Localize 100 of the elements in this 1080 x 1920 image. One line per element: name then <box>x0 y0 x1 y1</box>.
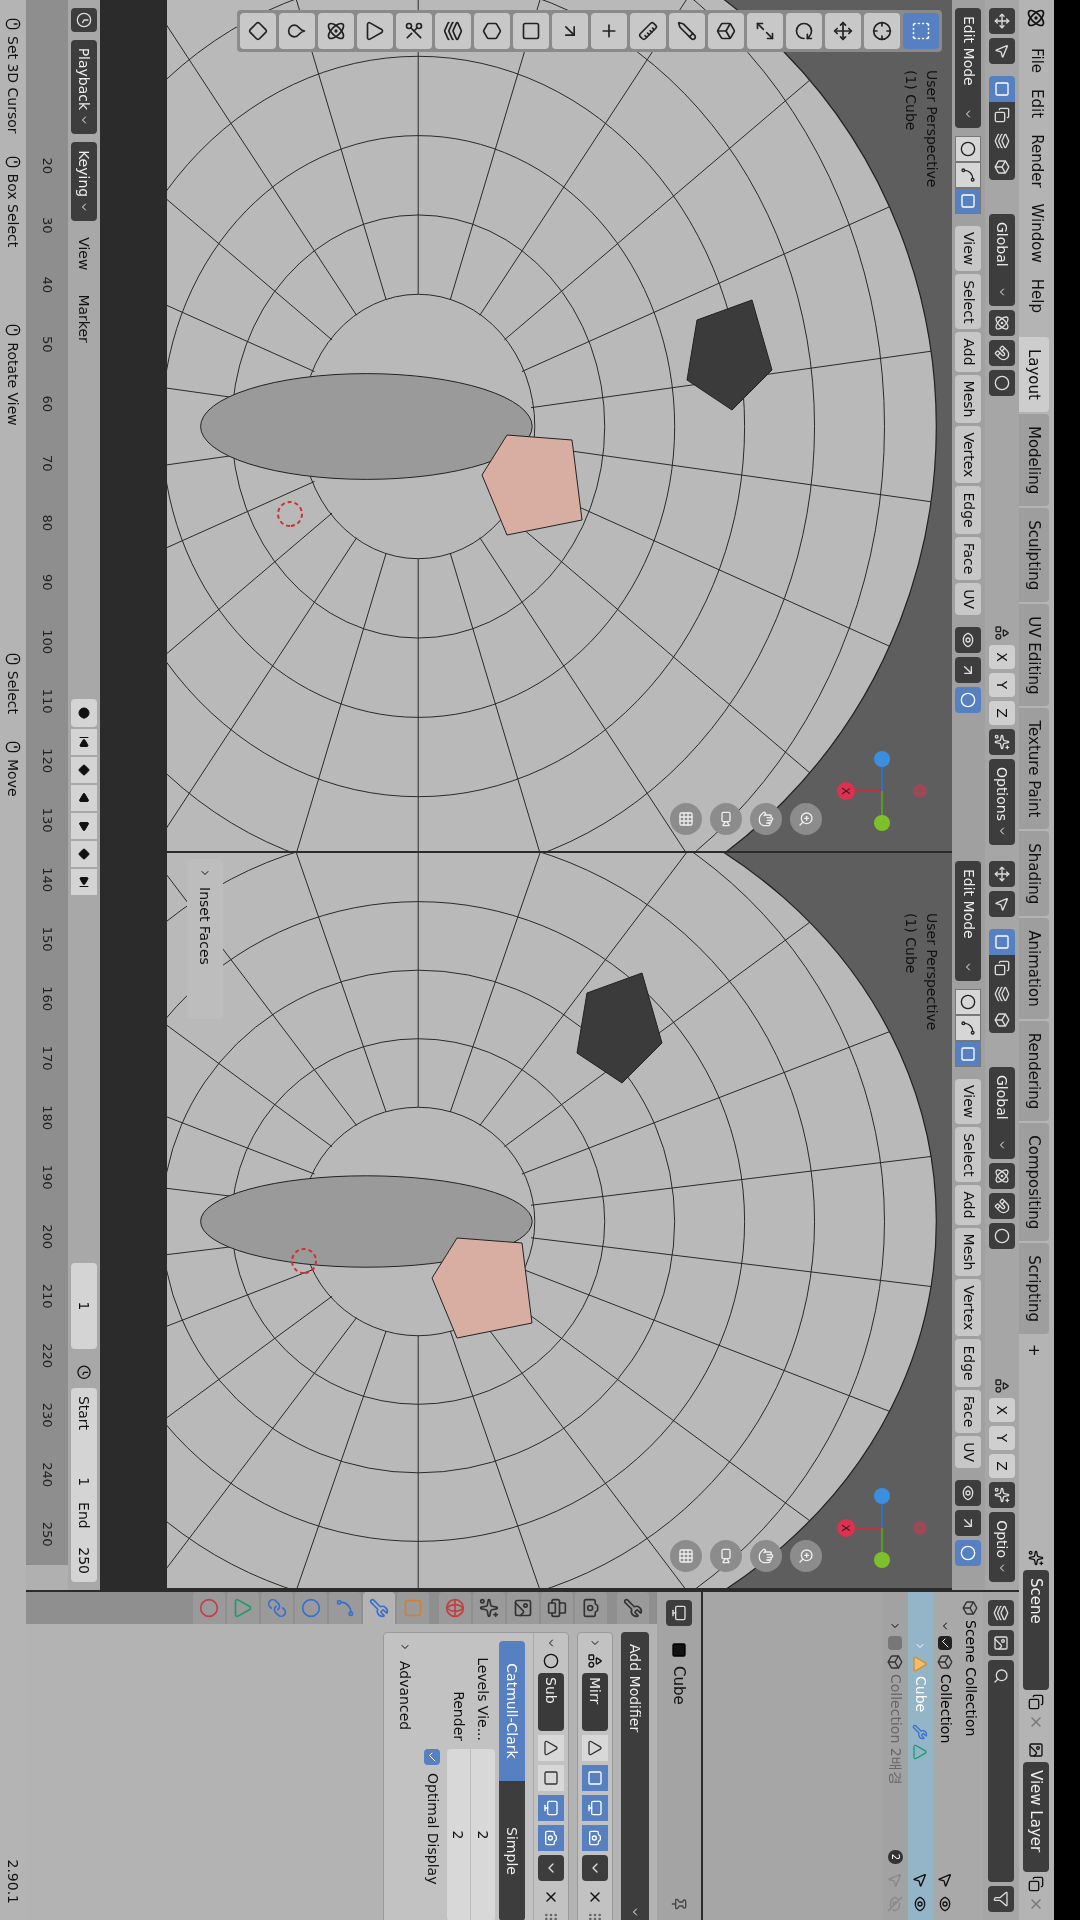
outliner-label: Scene Collection <box>962 1620 980 1737</box>
render-levels-field[interactable]: 2 <box>447 1749 471 1920</box>
menu-button[interactable]: Vertex <box>955 426 982 484</box>
add-modifier-dropdown[interactable]: Add Modifier <box>621 1632 649 1920</box>
menu-button[interactable]: View <box>955 1079 982 1125</box>
child-count: 2 <box>888 1849 903 1864</box>
frame-number: 20 <box>38 156 56 176</box>
frame-number: 180 <box>38 1104 56 1133</box>
status-hint: Rotate View <box>4 342 23 426</box>
axis-toggle[interactable]: Z <box>989 700 1015 725</box>
advanced-subpanel[interactable]: Advanced <box>392 1641 418 1920</box>
object-name: (1) Cube <box>902 913 920 976</box>
field-label: Levels Vie... <box>474 1656 493 1741</box>
add-workspace-button[interactable]: + <box>1019 1336 1049 1365</box>
frame-number: 190 <box>38 1163 56 1192</box>
frame-number: 30 <box>38 215 56 236</box>
axis-toggle[interactable]: X <box>989 644 1015 669</box>
menu-item[interactable]: Window <box>1021 195 1052 271</box>
view-layer-field[interactable]: View Layer <box>1023 1762 1050 1872</box>
status-hint: Select <box>4 670 23 714</box>
axis-label: X <box>839 787 852 795</box>
orientation-dropdown[interactable]: Global <box>989 214 1015 306</box>
outliner-row[interactable]: Collection 2배경 2 <box>883 1592 908 1920</box>
subdivision-type-tab[interactable]: Simple <box>499 1781 525 1920</box>
field-label: Render <box>450 1690 469 1741</box>
menu-button[interactable]: UV <box>955 1436 982 1469</box>
frame-number: 240 <box>38 1461 56 1490</box>
optimal-display-checkbox[interactable]: Optimal Display <box>422 1749 443 1920</box>
axis-toggle[interactable]: X <box>989 1398 1015 1423</box>
field-value: 1 <box>75 1477 94 1487</box>
workspace-tab[interactable]: Modeling <box>1019 413 1049 507</box>
workspace-tab[interactable]: Animation <box>1019 918 1049 1019</box>
axis-toggle[interactable]: Y <box>989 672 1015 697</box>
scene-field[interactable]: Scene <box>1023 1570 1050 1690</box>
frame-number: 170 <box>38 1044 56 1073</box>
frame-number: 110 <box>38 687 56 716</box>
workspace-tab[interactable]: UV Editing <box>1019 604 1049 707</box>
modifier-name-field[interactable]: Mirr <box>582 1673 608 1731</box>
menu-button[interactable]: Face <box>955 536 982 581</box>
axis-toggle[interactable]: Y <box>989 1426 1015 1451</box>
frame-number: 250 <box>38 1520 56 1549</box>
options-dropdown[interactable]: Options <box>989 758 1015 845</box>
frame-number: 140 <box>38 866 56 895</box>
menu-button[interactable]: Mesh <box>955 1227 982 1277</box>
orientation-dropdown[interactable]: Global <box>989 1067 1015 1159</box>
menu-button[interactable]: Select <box>955 1127 982 1183</box>
workspace-tab[interactable]: Scripting <box>1019 1243 1049 1335</box>
frame-number: 100 <box>38 628 56 657</box>
menu-button[interactable]: Add <box>955 1185 982 1225</box>
menu-item[interactable]: Edit <box>1021 81 1052 127</box>
menu-item[interactable]: Help <box>1021 270 1052 321</box>
frame-number: 210 <box>38 1282 56 1311</box>
workspace-tab[interactable]: Layout <box>1019 336 1049 412</box>
field-label: End <box>75 1502 94 1529</box>
options-dropdown[interactable]: Optio <box>989 1512 1015 1582</box>
menu-button[interactable]: View <box>955 226 982 272</box>
version-label: 2.90.1 <box>4 1859 23 1904</box>
workspace-tab[interactable]: Rendering <box>1019 1020 1049 1122</box>
operator-panel[interactable]: Inset Faces <box>187 859 223 1019</box>
frame-number: 200 <box>38 1223 56 1252</box>
current-frame-field[interactable]: 1 <box>71 1262 97 1350</box>
menu-button[interactable]: Marker <box>71 286 97 351</box>
mode-dropdown[interactable]: Edit Mode <box>955 8 982 128</box>
workspace-tab[interactable]: Compositing <box>1019 1123 1049 1242</box>
workspace-tab[interactable]: Shading <box>1019 831 1049 917</box>
start-frame-field[interactable]: Start 1 <box>71 1387 97 1495</box>
frame-number: 160 <box>38 985 56 1014</box>
view-name: User Perspective <box>923 913 941 1031</box>
frame-number: 40 <box>38 275 56 295</box>
object-name: Cube <box>669 1666 690 1705</box>
menu-item[interactable]: Render <box>1021 126 1052 196</box>
menu-button[interactable]: View <box>71 229 97 279</box>
status-hint: Box Select <box>4 173 23 248</box>
levels-viewport-field[interactable]: 2 <box>471 1749 495 1920</box>
checkbox-label: Optimal Display <box>424 1773 442 1885</box>
workspace-tab[interactable]: Sculpting <box>1019 508 1049 603</box>
modifier-name-field[interactable]: Sub <box>538 1673 564 1731</box>
menu-button[interactable]: Edge <box>955 1339 982 1387</box>
menu-button[interactable]: Vertex <box>955 1279 982 1337</box>
frame-number: 220 <box>38 1342 56 1371</box>
end-frame-field[interactable]: End 250 <box>71 1494 97 1582</box>
subdivision-type-tab[interactable]: Catmull-Clark <box>499 1641 525 1781</box>
menu-button[interactable]: Keying <box>71 142 97 222</box>
mode-dropdown[interactable]: Edit Mode <box>955 861 982 981</box>
frame-number: 150 <box>38 925 56 954</box>
menu-button[interactable]: Playback <box>71 39 97 135</box>
menu-button[interactable]: Select <box>955 274 982 330</box>
menu-button[interactable]: Add <box>955 332 982 372</box>
menu-button[interactable]: Edge <box>955 486 982 534</box>
status-hint: Set 3D Cursor <box>4 36 23 134</box>
outliner-label: Cube <box>912 1676 930 1713</box>
menu-button[interactable]: Face <box>955 1389 982 1434</box>
outliner-label: Collection <box>937 1674 955 1744</box>
menu-item[interactable]: File <box>1021 40 1052 82</box>
menu-button[interactable]: UV <box>955 583 982 616</box>
axis-toggle[interactable]: Z <box>989 1454 1015 1479</box>
workspace-tab[interactable]: Texture Paint <box>1019 708 1049 830</box>
axis-label: X <box>839 1524 852 1532</box>
menu-button[interactable]: Mesh <box>955 374 982 424</box>
frame-number: 80 <box>38 513 56 533</box>
